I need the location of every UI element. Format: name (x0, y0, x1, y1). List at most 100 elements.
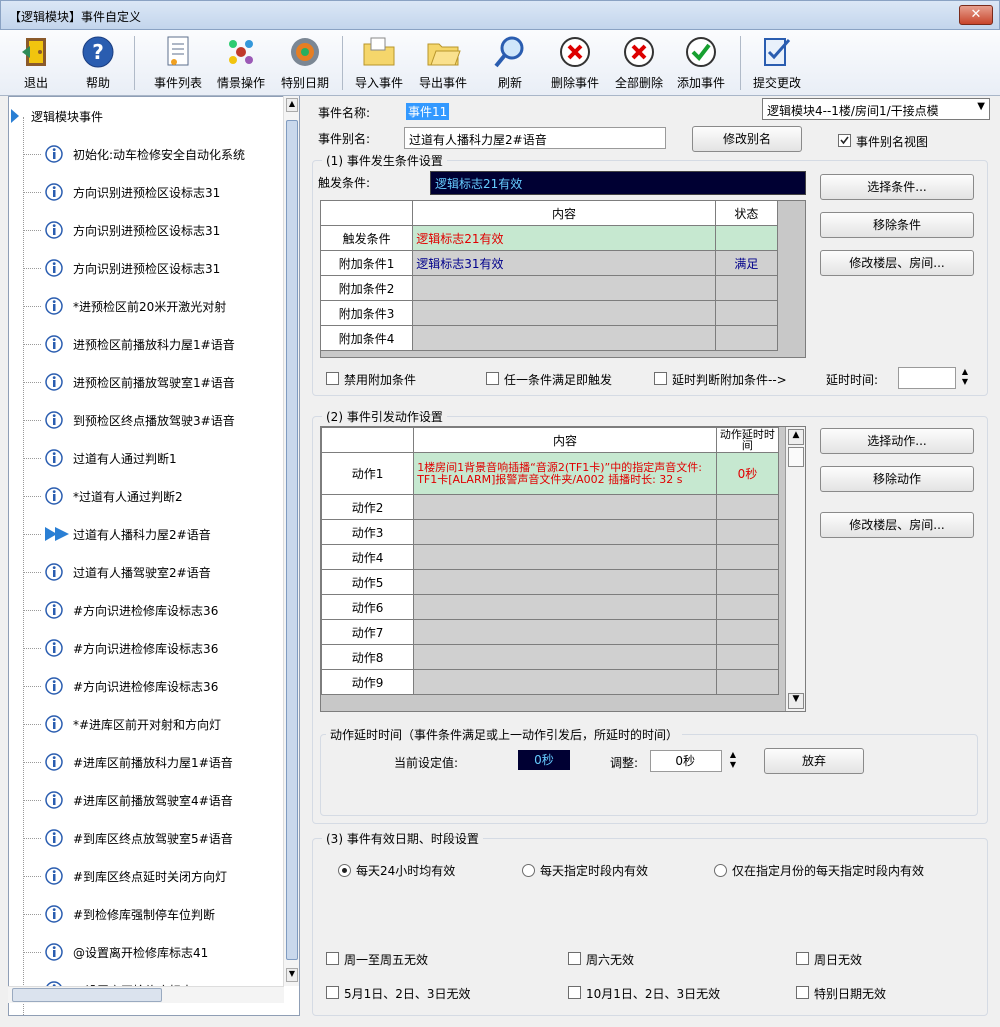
tree-item[interactable]: #到库区终点放驾驶室5#语音 (9, 819, 285, 857)
delay-time-input[interactable] (898, 367, 956, 389)
action-row[interactable]: 动作2 (321, 494, 780, 520)
remove-action-button[interactable]: 移除动作 (820, 466, 974, 492)
special-date-invalid-checkbox[interactable] (796, 986, 809, 999)
delay-judge-checkbox[interactable] (654, 372, 667, 385)
action-row[interactable]: 动作4 (321, 544, 780, 570)
action-row[interactable]: 动作3 (321, 519, 780, 545)
modify-alias-button[interactable]: 修改别名 (692, 126, 802, 152)
any-condition-label: 任一条件满足即触发 (504, 373, 613, 387)
tree-item[interactable]: #方向识进检修库设标志36 (9, 591, 285, 629)
action-row[interactable]: 动作1 1楼房间1背景音响插播“音源2(TF1卡)”中的指定声音文件: TF1卡[… (321, 452, 780, 495)
delete-event-button[interactable]: 删除事件 (544, 30, 606, 94)
tree-item[interactable]: #方向识进检修库设标志36 (9, 667, 285, 705)
radio-monthly-period[interactable] (714, 864, 727, 877)
conditions-grid[interactable]: 内容 状态 触发条件 逻辑标志21有效 附加条件1 逻辑标志31有效 满足 附加条件2 附加… (319, 200, 779, 351)
actions-scrollbar[interactable]: ▲ ▼ (785, 427, 805, 711)
tree-item[interactable]: #进库区前播放驾驶室4#语音 (9, 781, 285, 819)
event-tree[interactable]: 逻辑模块事件 初始化:动车检修安全自动化系统 方向识别进预检区设标志31 方向识别进… (8, 96, 300, 1016)
actions-grid[interactable]: 内容 动作延时时间 动作1 1楼房间1背景音响插播“音源2(TF1卡)”中的指定声… (321, 427, 780, 695)
modify-floor-room-condition-button[interactable]: 修改楼层、房间... (820, 250, 974, 276)
info-icon (45, 677, 63, 695)
adjust-input[interactable]: 0秒 (650, 750, 722, 772)
tree-item[interactable]: 方向识别进预检区设标志31 (9, 249, 285, 287)
scene-op-button[interactable]: 情景操作 (212, 30, 270, 94)
radio-daily-period[interactable] (522, 864, 535, 877)
tree-item[interactable]: 过道有人播科力屋2#语音 (9, 515, 285, 553)
modify-floor-room-action-button[interactable]: 修改楼层、房间... (820, 512, 974, 538)
export-event-button[interactable]: 导出事件 (412, 30, 474, 94)
tree-item-label: #到检修库强制停车位判断 (73, 908, 216, 922)
condition-row[interactable]: 附加条件1 逻辑标志31有效 满足 (319, 250, 779, 276)
tree-item[interactable]: *过道有人通过判断2 (9, 477, 285, 515)
tree-item[interactable]: 方向识别进预检区设标志31 (9, 211, 285, 249)
event-alias-input[interactable]: 过道有人播科力屋2#语音 (404, 127, 666, 149)
event-list-button[interactable]: 事件列表 (146, 30, 210, 94)
add-event-button[interactable]: 添加事件 (670, 30, 732, 94)
remove-condition-button[interactable]: 移除条件 (820, 212, 974, 238)
tree-item[interactable]: *#进库区前开对射和方向灯 (9, 705, 285, 743)
tree-item[interactable]: #进库区前播放科力屋1#语音 (9, 743, 285, 781)
delay-time-spinner[interactable]: ▲ ▼ (958, 367, 972, 389)
action-row[interactable]: 动作9 (321, 669, 780, 695)
disable-extra-checkbox[interactable] (326, 372, 339, 385)
sunday-invalid-checkbox[interactable] (796, 952, 809, 965)
scroll-thumb[interactable] (788, 447, 804, 467)
special-date-button[interactable]: 特别日期 (274, 30, 336, 94)
tree-item[interactable]: #方向识进检修库设标志36 (9, 629, 285, 667)
abandon-button[interactable]: 放弃 (764, 748, 864, 774)
action-row[interactable]: 动作5 (321, 569, 780, 595)
tree-item[interactable]: 进预检区前播放科力屋1#语音 (9, 325, 285, 363)
scroll-up-arrow[interactable]: ▲ (286, 98, 298, 112)
any-condition-checkbox[interactable] (486, 372, 499, 385)
condition-row[interactable]: 附加条件4 (319, 325, 779, 351)
delete-all-button[interactable]: 全部删除 (608, 30, 670, 94)
radio-monthly-period-label: 仅在指定月份的每天指定时段内有效 (732, 864, 925, 878)
tree-item[interactable]: *进预检区前20米开激光对射 (9, 287, 285, 325)
close-button[interactable]: ✕ (959, 5, 993, 25)
row-header: 动作8 (321, 644, 415, 670)
action-row[interactable]: 动作7 (321, 619, 780, 645)
h-scroll-thumb[interactable] (12, 988, 162, 1002)
tree-horizontal-scrollbar[interactable] (8, 986, 284, 1003)
tree-item[interactable]: 方向识别进预检区设标志31 (9, 173, 285, 211)
select-condition-button[interactable]: 选择条件... (820, 174, 974, 200)
module-select[interactable]: 逻辑模块4--1楼/房间1/干接点模 ▼ (762, 98, 990, 120)
tree-item[interactable]: 过道有人播驾驶室2#语音 (9, 553, 285, 591)
action-row[interactable]: 动作8 (321, 644, 780, 670)
action-content (413, 669, 717, 695)
alias-view-label: 事件别名视图 (856, 135, 929, 149)
action-content (413, 619, 717, 645)
radio-all-day[interactable] (338, 864, 351, 877)
tree-vertical-scrollbar[interactable]: ▲ ▼ (283, 96, 299, 986)
tree-item[interactable]: 到预检区终点播放驾驶3#语音 (9, 401, 285, 439)
action-content: 1楼房间1背景音响插播“音源2(TF1卡)”中的指定声音文件: TF1卡[ALA… (413, 452, 717, 495)
scroll-down-arrow[interactable]: ▼ (788, 693, 804, 709)
tree-item[interactable]: #到检修库强制停车位判断 (9, 895, 285, 933)
submit-changes-button[interactable]: 提交更改 (746, 30, 808, 94)
action-row[interactable]: 动作6 (321, 594, 780, 620)
help-button[interactable]: ? 帮助 (74, 30, 122, 94)
refresh-button[interactable]: 刷新 (486, 30, 534, 94)
select-action-button[interactable]: 选择动作... (820, 428, 974, 454)
scroll-down-arrow[interactable]: ▼ (286, 968, 298, 982)
title-bar: 【逻辑模块】事件自定义 ✕ (0, 0, 1000, 30)
condition-row[interactable]: 附加条件2 (319, 275, 779, 301)
condition-row[interactable]: 附加条件3 (319, 300, 779, 326)
tree-item[interactable]: #到库区终点延时关闭方向灯 (9, 857, 285, 895)
alias-view-checkbox[interactable] (838, 134, 851, 147)
exit-button[interactable]: 退出 (12, 30, 60, 94)
weekday-invalid-checkbox[interactable] (326, 952, 339, 965)
tree-item[interactable]: 过道有人通过判断1 (9, 439, 285, 477)
october-invalid-checkbox[interactable] (568, 986, 581, 999)
saturday-invalid-checkbox[interactable] (568, 952, 581, 965)
tree-root[interactable]: 逻辑模块事件 (9, 97, 285, 135)
may-invalid-checkbox[interactable] (326, 986, 339, 999)
scroll-up-arrow[interactable]: ▲ (788, 429, 804, 445)
adjust-spinner[interactable]: ▲ ▼ (726, 750, 740, 772)
tree-item[interactable]: 初始化:动车检修安全自动化系统 (9, 135, 285, 173)
tree-item[interactable]: @设置离开检修库标志41 (9, 933, 285, 971)
tree-item[interactable]: 进预检区前播放驾驶室1#语音 (9, 363, 285, 401)
condition-row[interactable]: 触发条件 逻辑标志21有效 (319, 225, 779, 251)
import-event-button[interactable]: 导入事件 (348, 30, 410, 94)
scroll-thumb[interactable] (286, 120, 298, 960)
